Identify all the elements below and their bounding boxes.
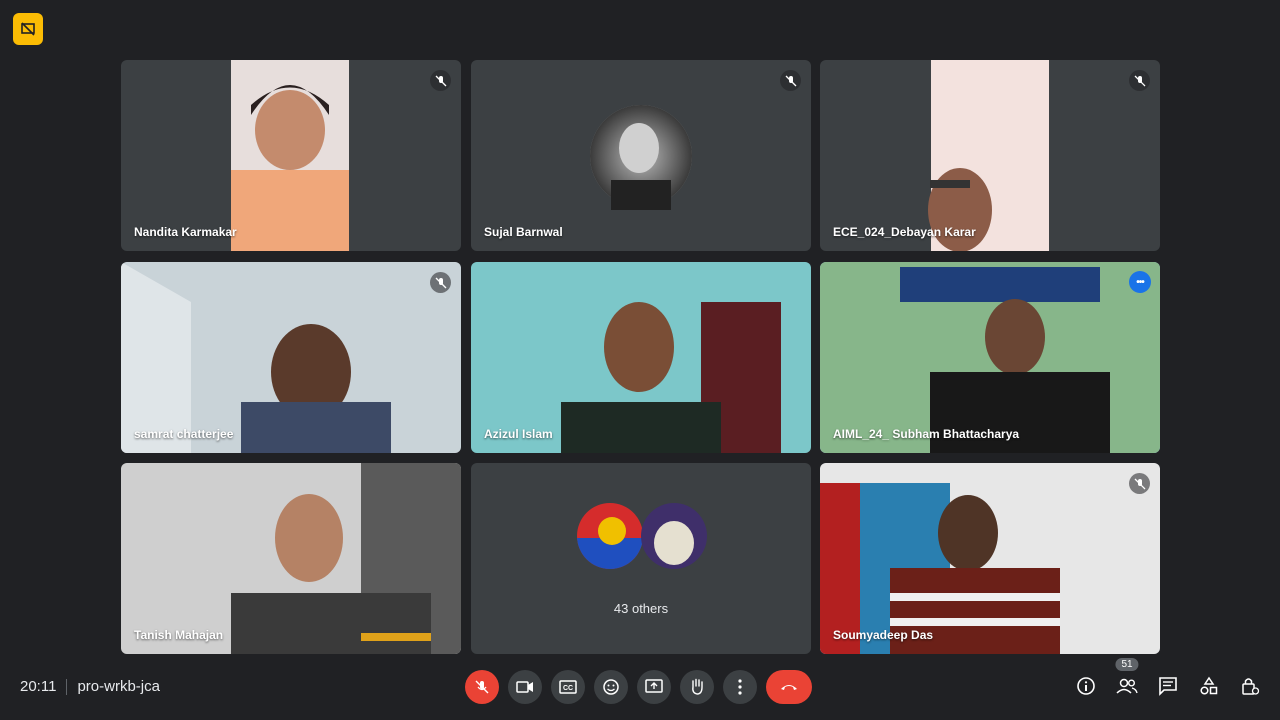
meeting-code: pro-wrkb-jca — [77, 678, 160, 695]
raise-hand-icon[interactable] — [680, 670, 714, 704]
participant-tile[interactable]: Azizul Islam — [471, 262, 811, 453]
participant-name: Nandita Karmakar — [134, 225, 237, 239]
chat-icon[interactable] — [1156, 672, 1180, 700]
others-count: 43 others — [613, 601, 669, 616]
people-count-badge: 51 — [1115, 658, 1139, 671]
people-icon[interactable]: 51 — [1115, 658, 1139, 700]
info-icon[interactable] — [1074, 672, 1098, 700]
participant-video — [121, 262, 461, 453]
more-options-icon[interactable] — [723, 670, 757, 704]
mic-off-icon[interactable] — [465, 670, 499, 704]
participant-tile-others[interactable]: 43 others — [471, 463, 811, 654]
participant-video — [121, 463, 461, 654]
end-call-icon[interactable] — [766, 670, 812, 704]
participant-tile[interactable]: Nandita Karmakar — [121, 60, 461, 251]
participant-video — [471, 60, 811, 251]
present-screen-icon[interactable] — [637, 670, 671, 704]
mic-off-icon — [1129, 473, 1150, 494]
participant-name: samrat chatterjee — [134, 427, 234, 441]
mic-off-icon — [430, 272, 451, 293]
participant-tile-active[interactable]: ••• AIML_24_ Subham Bhattacharya — [820, 262, 1160, 453]
meeting-time: 20:11 — [20, 678, 57, 695]
participant-video — [820, 463, 1160, 654]
participant-video — [820, 262, 1160, 453]
participant-name: ECE_024_Debayan Karar — [833, 225, 976, 239]
avatar — [577, 503, 643, 569]
presentation-off-icon[interactable] — [13, 13, 43, 45]
participant-grid: Nandita Karmakar Sujal Barnwal ECE_024_D… — [121, 60, 1161, 654]
activities-icon[interactable] — [1197, 672, 1221, 700]
participant-video — [820, 60, 1160, 251]
participant-tile[interactable]: Sujal Barnwal — [471, 60, 811, 251]
participant-tile[interactable]: Tanish Mahajan — [121, 463, 461, 654]
avatar — [641, 503, 707, 569]
side-panel-toggles: 51 — [1074, 658, 1262, 700]
mic-off-icon — [780, 70, 801, 91]
participant-name: AIML_24_ Subham Bhattacharya — [833, 427, 1020, 441]
more-options-icon[interactable]: ••• — [1129, 271, 1151, 293]
host-controls-icon[interactable] — [1238, 672, 1262, 700]
emoji-icon[interactable] — [594, 670, 628, 704]
participant-tile[interactable]: samrat chatterjee — [121, 262, 461, 453]
camera-icon[interactable] — [508, 670, 542, 704]
call-controls: CC — [465, 670, 812, 704]
participant-name: Tanish Mahajan — [134, 628, 224, 642]
divider — [66, 678, 68, 695]
participant-tile[interactable]: ECE_024_Debayan Karar — [820, 60, 1160, 251]
participant-name: Sujal Barnwal — [484, 225, 563, 239]
svg-text:CC: CC — [563, 685, 573, 692]
participant-name: Soumyadeep Das — [833, 628, 934, 642]
mic-off-icon — [1129, 70, 1150, 91]
participant-video — [121, 60, 461, 251]
captions-icon[interactable]: CC — [551, 670, 585, 704]
participant-name: Azizul Islam — [484, 427, 553, 441]
mic-off-icon — [430, 70, 451, 91]
participant-tile[interactable]: Soumyadeep Das — [820, 463, 1160, 654]
meeting-info: 20:11 pro-wrkb-jca — [20, 678, 160, 695]
participant-video — [471, 262, 811, 453]
